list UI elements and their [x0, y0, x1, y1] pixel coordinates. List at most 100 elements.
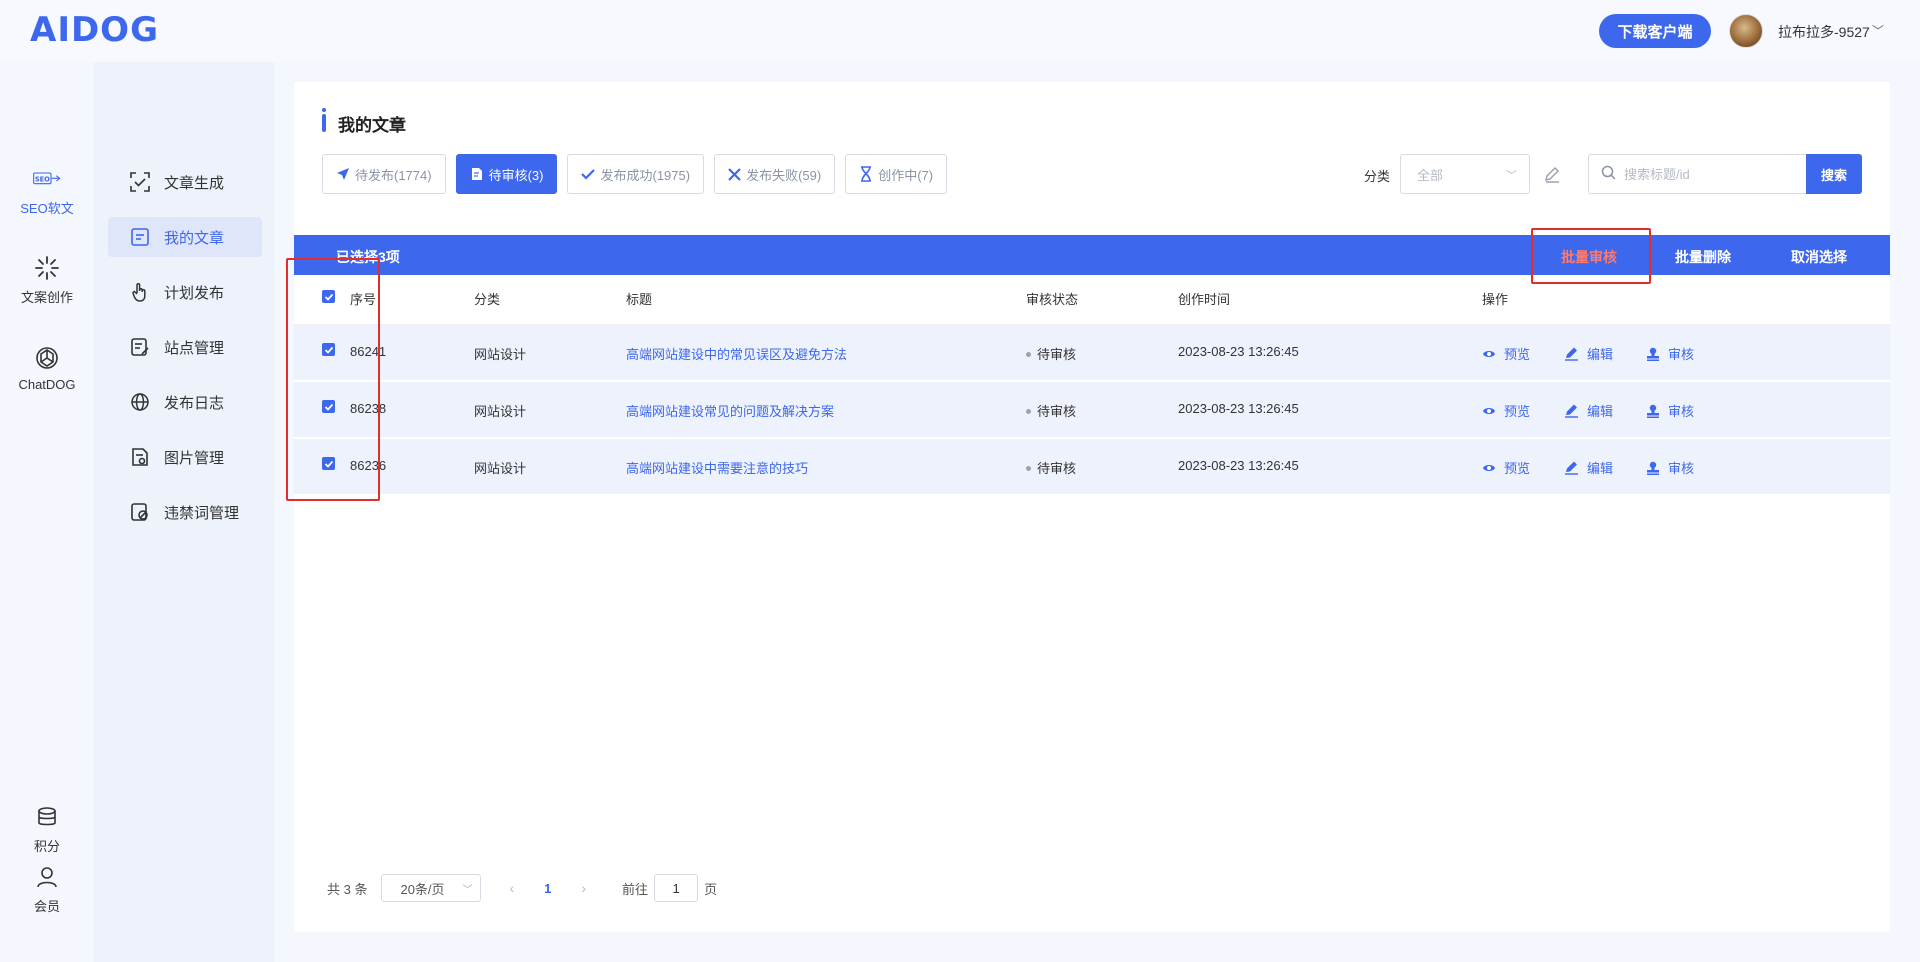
row-title-link[interactable]: 高端网站建设常见的问题及解决方案 [626, 401, 834, 420]
row-status-text: 待审核 [1037, 461, 1077, 476]
sidebar-item-label: 计划发布 [164, 284, 225, 302]
edit-button[interactable]: 编辑 [1564, 401, 1613, 420]
row-title-link[interactable]: 高端网站建设中需要注意的技巧 [626, 458, 808, 477]
tab-publish-success[interactable]: 发布成功(1975) [567, 154, 705, 194]
row-id: 86236 [350, 458, 387, 473]
avatar[interactable] [1729, 14, 1763, 48]
logo[interactable]: AIDOG [30, 10, 159, 50]
rail-item-seo[interactable]: SEO SEO软文 [0, 166, 94, 217]
edit-category-icon[interactable] [1542, 164, 1562, 184]
batch-delete-button[interactable]: 批量删除 [1675, 247, 1731, 267]
tab-publish-failed[interactable]: 发布失败(59) [714, 154, 836, 194]
row-checkbox[interactable] [322, 457, 335, 470]
goto-page-input[interactable]: 1 [654, 874, 699, 902]
column-header-title: 标题 [626, 292, 653, 307]
sidebar-item-generate[interactable]: 文章生成 [108, 162, 262, 202]
chevron-down-icon[interactable]: ﹀ [1872, 22, 1884, 39]
selection-count: 已选择3项 [336, 249, 400, 265]
search-icon [1601, 165, 1616, 183]
edit-label: 编辑 [1587, 461, 1614, 476]
tab-label: 待发布(1774) [355, 167, 432, 183]
rail-item-chatdog[interactable]: ChatDOG [0, 345, 94, 392]
page-title-bar: 我的文章 [322, 108, 406, 135]
tab-label: 发布失败(59) [746, 167, 822, 183]
sidebar-item-label: 站点管理 [164, 339, 225, 357]
pencil-icon [1564, 403, 1579, 418]
sidebar-item-label: 图片管理 [164, 449, 225, 467]
sidebar-item-publish-log[interactable]: 发布日志 [108, 382, 262, 422]
row-created-time: 2023-08-23 13:26:45 [1178, 401, 1299, 416]
table-header: 序号 分类 标题 审核状态 创作时间 操作 [294, 275, 1890, 325]
logo-text: AIDOG [30, 10, 159, 50]
row-status-text: 待审核 [1037, 404, 1077, 419]
eye-icon [1482, 406, 1496, 416]
edit-label: 编辑 [1587, 347, 1614, 362]
pagination: 共 3 条 20条/页 ﹀ ‹ 1 › 前往 1 页 [327, 874, 717, 902]
row-checkbox[interactable] [322, 343, 335, 356]
preview-button[interactable]: 预览 [1482, 344, 1530, 363]
cancel-selection-button[interactable]: 取消选择 [1791, 247, 1847, 267]
row-title-link[interactable]: 高端网站建设中的常见误区及避免方法 [626, 344, 847, 363]
batch-review-button[interactable]: 批量审核 [1561, 247, 1617, 267]
sidebar-item-my-articles[interactable]: 我的文章 [108, 217, 262, 257]
rail-item-points[interactable]: 积分 [0, 804, 94, 855]
openai-icon [33, 345, 61, 371]
next-page-icon[interactable]: › [581, 880, 586, 896]
sidebar-item-label: 我的文章 [164, 229, 225, 247]
tab-creating[interactable]: 创作中(7) [845, 154, 948, 194]
review-button[interactable]: 审核 [1646, 401, 1694, 420]
eye-icon [1482, 463, 1496, 473]
preview-button[interactable]: 预览 [1482, 401, 1530, 420]
review-doc-icon [470, 167, 484, 181]
hand-icon [128, 280, 152, 304]
row-status: 待审核 [1026, 401, 1076, 420]
select-all-checkbox[interactable] [322, 290, 335, 303]
row-checkbox[interactable] [322, 400, 335, 413]
rail-item-member[interactable]: 会员 [0, 864, 94, 915]
category-select[interactable]: 全部 ﹀ [1400, 154, 1530, 194]
search-button[interactable]: 搜索 [1806, 154, 1862, 194]
sidebar-item-forbidden-words[interactable]: 违禁词管理 [108, 492, 262, 532]
rail-item-label: 文案创作 [20, 290, 73, 305]
send-icon [336, 167, 350, 181]
tab-pending-review[interactable]: 待审核(3) [455, 154, 558, 194]
status-tabs: 待发布(1774) 待审核(3) 发布成功(1975) 发布失败(59) 创作中… [322, 154, 948, 194]
edit-button[interactable]: 编辑 [1564, 458, 1613, 477]
left-rail: SEO SEO软文 文案创作 ChatDOG 积分 会员 [0, 62, 94, 962]
preview-button[interactable]: 预览 [1482, 458, 1530, 477]
page-size-select[interactable]: 20条/页 ﹀ [381, 874, 482, 902]
tab-label: 发布成功(1975) [600, 167, 691, 183]
sidebar-item-sites[interactable]: 站点管理 [108, 327, 262, 367]
column-header-actions: 操作 [1482, 292, 1509, 307]
eye-icon [1482, 349, 1496, 359]
search-input[interactable] [1624, 166, 1794, 182]
sidebar-item-label: 违禁词管理 [164, 504, 240, 522]
seo-icon: SEO [33, 166, 61, 192]
user-icon [33, 864, 61, 890]
review-button[interactable]: 审核 [1646, 344, 1694, 363]
review-button[interactable]: 审核 [1646, 458, 1694, 477]
download-client-button[interactable]: 下载客户端 [1599, 14, 1711, 48]
search-box [1588, 154, 1806, 194]
row-category: 网站设计 [474, 404, 527, 419]
row-status: 待审核 [1026, 458, 1076, 477]
sidebar-item-schedule[interactable]: 计划发布 [108, 272, 262, 312]
site-icon [128, 335, 152, 359]
edit-button[interactable]: 编辑 [1564, 344, 1613, 363]
rail-item-label: 积分 [33, 839, 60, 854]
review-label: 审核 [1668, 347, 1695, 362]
page-number[interactable]: 1 [544, 881, 551, 896]
tab-pending-publish[interactable]: 待发布(1774) [322, 154, 446, 194]
hourglass-icon [859, 166, 873, 182]
table-row: 86241 网站设计 高端网站建设中的常见误区及避免方法 待审核 2023-08… [294, 325, 1890, 381]
rail-item-copywriting[interactable]: 文案创作 [0, 255, 94, 306]
row-id: 86238 [350, 401, 387, 416]
total-count: 共 3 条 [327, 881, 368, 897]
row-id: 86241 [350, 344, 387, 359]
prev-page-icon[interactable]: ‹ [509, 880, 514, 896]
sidebar-item-images[interactable]: 图片管理 [108, 437, 262, 477]
x-icon [728, 167, 741, 181]
username[interactable]: 拉布拉多-9527 [1778, 22, 1870, 42]
tab-label: 创作中(7) [878, 167, 934, 183]
table-row: 86238 网站设计 高端网站建设常见的问题及解决方案 待审核 2023-08-… [294, 382, 1890, 438]
